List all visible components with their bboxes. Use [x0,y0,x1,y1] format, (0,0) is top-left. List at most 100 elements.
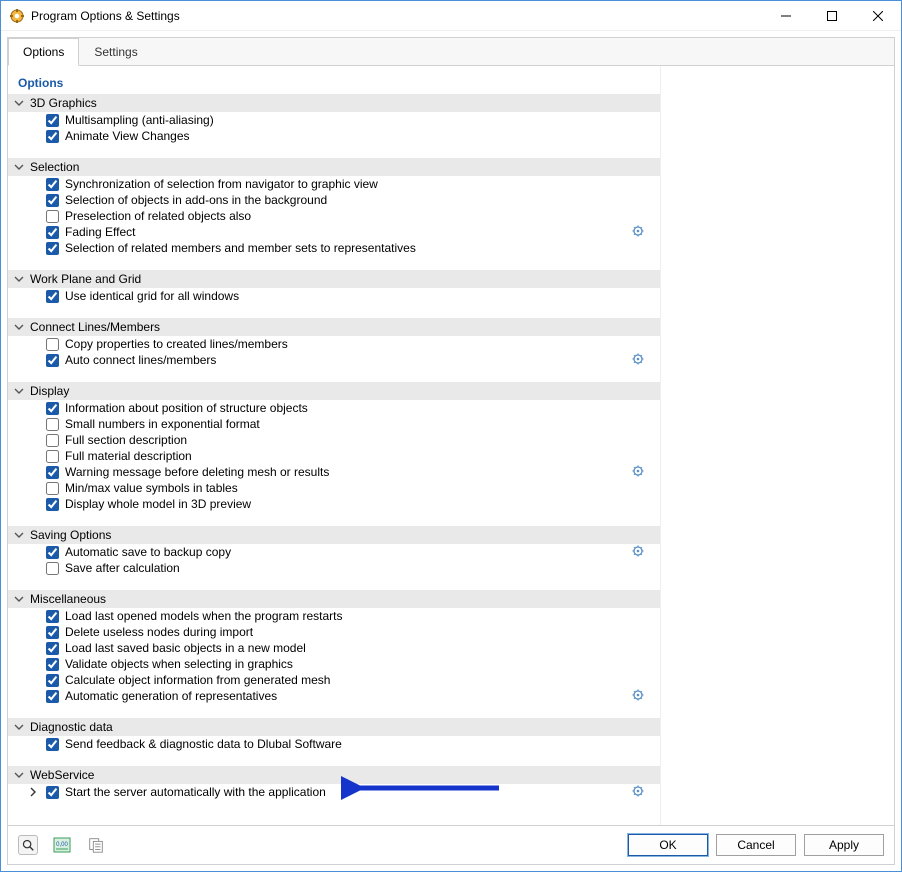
option-checkbox[interactable] [46,418,59,431]
gear-icon[interactable] [632,353,644,365]
option-label: Calculate object information from genera… [65,673,330,687]
chevron-down-icon [14,722,24,732]
maximize-button[interactable] [809,1,855,31]
section-header-saving-options[interactable]: Saving Options [8,526,660,544]
option-checkbox[interactable] [46,546,59,559]
option-row-send-feedback-diagnostic-data-to-dlubal-software: Send feedback & diagnostic data to Dluba… [8,736,660,752]
option-checkbox[interactable] [46,658,59,671]
option-checkbox[interactable] [46,610,59,623]
gear-icon[interactable] [632,225,644,237]
gear-icon[interactable] [632,785,644,797]
section-header-webservice[interactable]: WebService [8,766,660,784]
option-row-automatic-save-to-backup-copy: Automatic save to backup copy [8,544,660,560]
section-header-display[interactable]: Display [8,382,660,400]
dialog-frame: Options Settings Options 3D Graphics Mult… [7,37,895,865]
option-label: Warning message before deleting mesh or … [65,465,329,479]
option-label: Min/max value symbols in tables [65,481,238,495]
option-checkbox[interactable] [46,738,59,751]
option-checkbox[interactable] [46,626,59,639]
gear-icon[interactable] [632,689,644,701]
chevron-down-icon [14,770,24,780]
option-label: Start the server automatically with the … [65,785,326,799]
svg-text:0,00: 0,00 [56,842,68,848]
option-row-calculate-object-information-from-generated-mesh: Calculate object information from genera… [8,672,660,688]
option-checkbox[interactable] [46,210,59,223]
section-title: WebService [30,768,94,782]
option-checkbox[interactable] [46,242,59,255]
apply-button[interactable]: Apply [804,834,884,856]
option-row-full-material-description: Full material description [8,448,660,464]
section-header-miscellaneous[interactable]: Miscellaneous [8,590,660,608]
chevron-down-icon [14,594,24,604]
titlebar: Program Options & Settings [1,1,901,31]
close-button[interactable] [855,1,901,31]
option-checkbox[interactable] [46,562,59,575]
tab-settings[interactable]: Settings [79,38,152,65]
option-checkbox[interactable] [46,290,59,303]
option-row-min-max-value-symbols-in-tables: Min/max value symbols in tables [8,480,660,496]
option-row-preselection-of-related-objects-also: Preselection of related objects also [8,208,660,224]
option-row-full-section-description: Full section description [8,432,660,448]
option-label: Full material description [65,449,192,463]
option-row-load-last-opened-models-when-the-program-restarts: Load last opened models when the program… [8,608,660,624]
section-header-work-plane-and-grid[interactable]: Work Plane and Grid [8,270,660,288]
option-checkbox[interactable] [46,690,59,703]
option-label: Display whole model in 3D preview [65,497,251,511]
copy-icon[interactable] [86,835,106,855]
option-checkbox[interactable] [46,434,59,447]
option-label: Load last saved basic objects in a new m… [65,641,306,655]
option-checkbox[interactable] [46,786,59,799]
gear-icon[interactable] [632,465,644,477]
section-header-connect-lines-members[interactable]: Connect Lines/Members [8,318,660,336]
tab-options[interactable]: Options [8,38,79,66]
option-row-information-about-position-of-structure-objects: Information about position of structure … [8,400,660,416]
option-label: Validate objects when selecting in graph… [65,657,293,671]
option-checkbox[interactable] [46,194,59,207]
option-checkbox[interactable] [46,130,59,143]
option-checkbox[interactable] [46,178,59,191]
option-checkbox[interactable] [46,674,59,687]
option-row-save-after-calculation: Save after calculation [8,560,660,576]
section-title: 3D Graphics [30,96,97,110]
cancel-button[interactable]: Cancel [716,834,796,856]
section-title: Saving Options [30,528,111,542]
option-label: Auto connect lines/members [65,353,216,367]
chevron-down-icon [14,530,24,540]
section-header-diagnostic-data[interactable]: Diagnostic data [8,718,660,736]
option-row-synchronization-of-selection-from-navigator-to-graphic-view: Synchronization of selection from naviga… [8,176,660,192]
chevron-right-icon[interactable] [28,787,38,797]
minimize-button[interactable] [763,1,809,31]
section-title: Work Plane and Grid [30,272,141,286]
option-label: Multisampling (anti-aliasing) [65,113,214,127]
option-row-warning-message-before-deleting-mesh-or-results: Warning message before deleting mesh or … [8,464,660,480]
option-checkbox[interactable] [46,402,59,415]
option-checkbox[interactable] [46,642,59,655]
option-checkbox[interactable] [46,466,59,479]
section-header-selection[interactable]: Selection [8,158,660,176]
option-label: Automatic save to backup copy [65,545,231,559]
option-checkbox[interactable] [46,338,59,351]
option-row-automatic-generation-of-representatives: Automatic generation of representatives [8,688,660,704]
units-icon[interactable]: 0,00 [52,835,72,855]
section-title: Diagnostic data [30,720,113,734]
option-label: Small numbers in exponential format [65,417,260,431]
option-checkbox[interactable] [46,114,59,127]
chevron-down-icon [14,386,24,396]
option-row-selection-of-related-members-and-member-sets-to-representatives: Selection of related members and member … [8,240,660,256]
option-row-copy-properties-to-created-lines-members: Copy properties to created lines/members [8,336,660,352]
section-header-3d-graphics[interactable]: 3D Graphics [8,94,660,112]
help-icon[interactable] [18,835,38,855]
tabs: Options Settings [8,38,894,66]
section-title: Connect Lines/Members [30,320,160,334]
option-label: Save after calculation [65,561,180,575]
option-checkbox[interactable] [46,482,59,495]
window-title: Program Options & Settings [31,9,180,23]
option-checkbox[interactable] [46,450,59,463]
gear-icon[interactable] [632,545,644,557]
option-label: Synchronization of selection from naviga… [65,177,378,191]
ok-button[interactable]: OK [628,834,708,856]
option-checkbox[interactable] [46,498,59,511]
option-checkbox[interactable] [46,354,59,367]
option-label: Selection of objects in add-ons in the b… [65,193,327,207]
option-checkbox[interactable] [46,226,59,239]
